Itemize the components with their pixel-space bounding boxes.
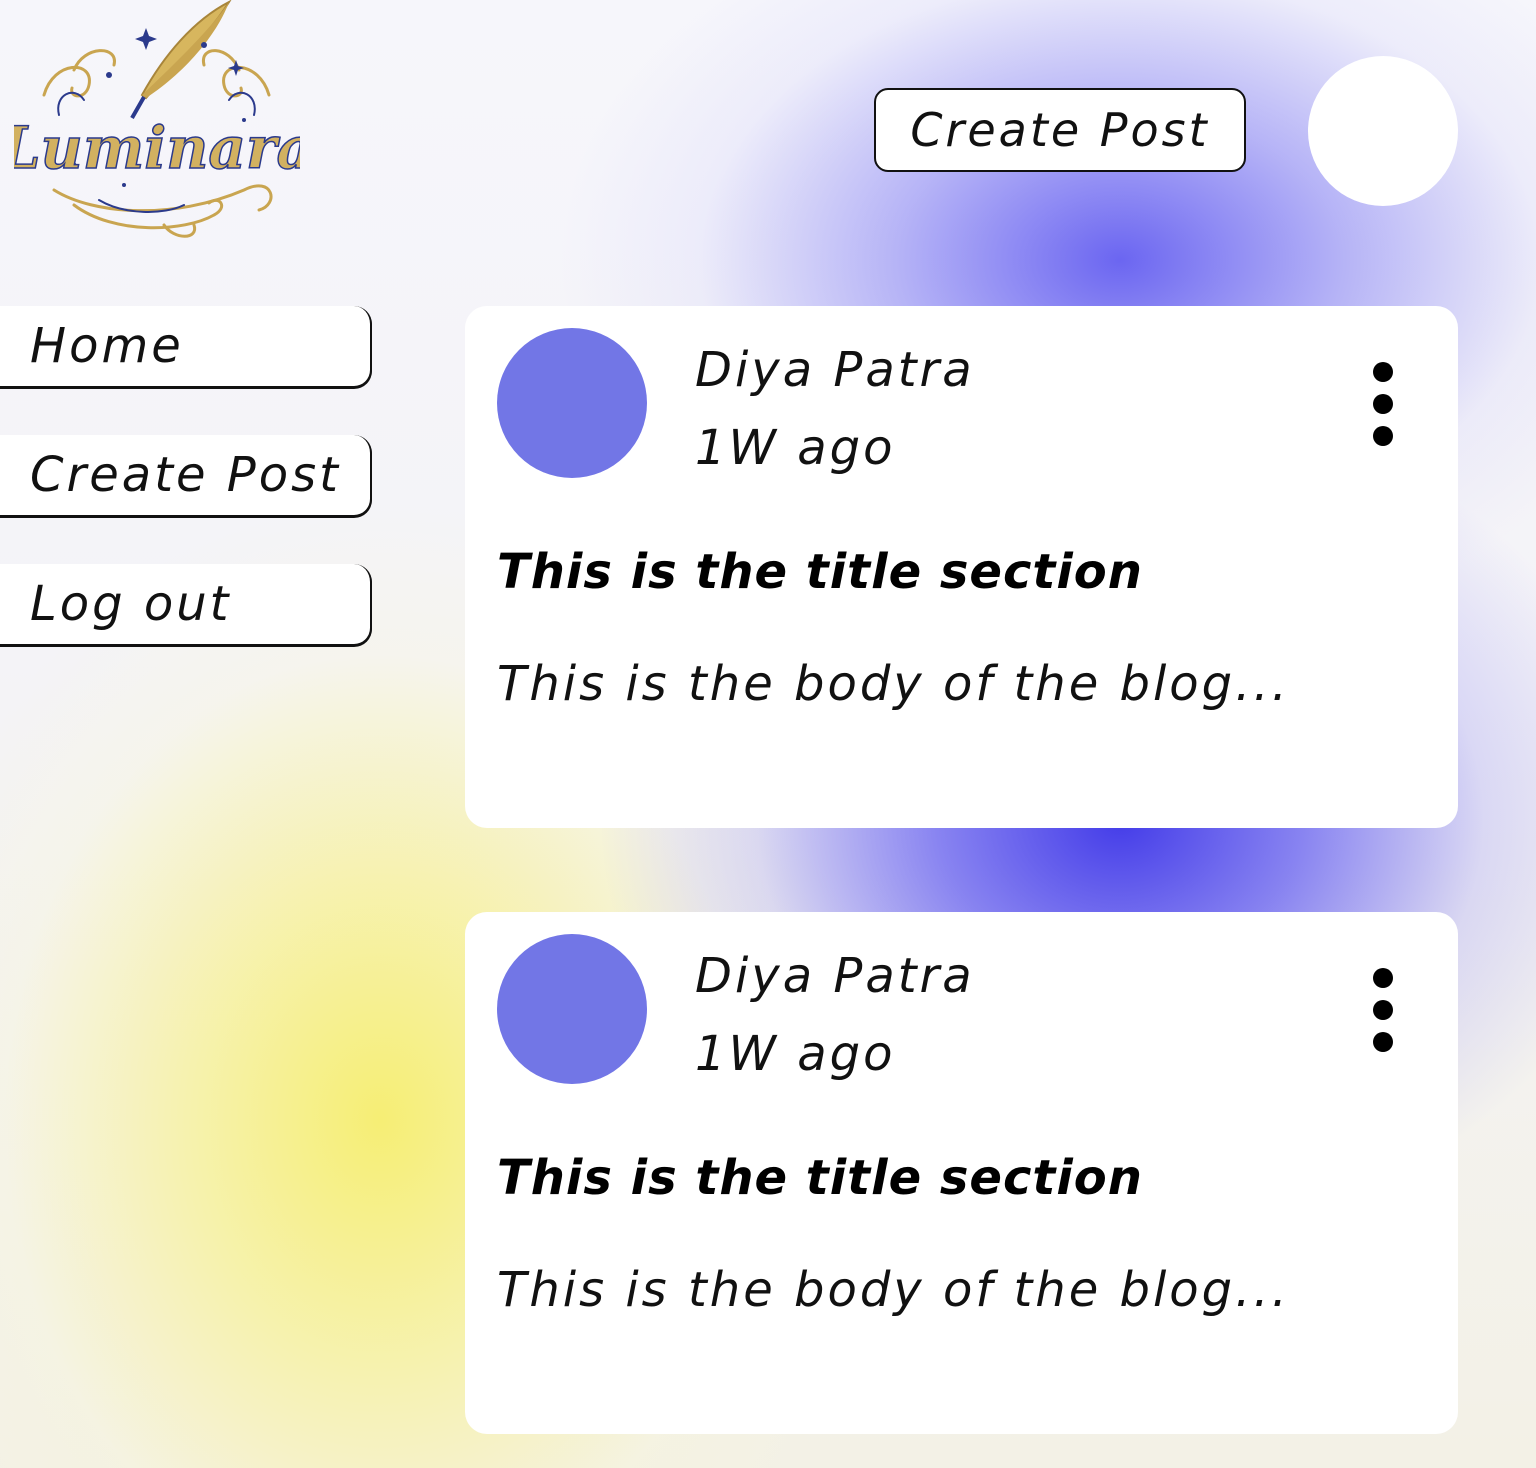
menu-dot xyxy=(1373,426,1393,446)
more-vertical-icon[interactable] xyxy=(1363,964,1403,1054)
post-body: This is the body of the blog... xyxy=(497,656,1290,712)
author-avatar[interactable] xyxy=(497,934,647,1084)
author-avatar[interactable] xyxy=(497,328,647,478)
luminara-logo[interactable]: Luminara xyxy=(14,0,300,250)
user-avatar-icon[interactable] xyxy=(1308,56,1458,206)
post-timestamp: 1W ago xyxy=(695,1026,896,1082)
logo-wordmark: Luminara xyxy=(14,114,300,182)
post-author[interactable]: Diya Patra xyxy=(695,342,975,398)
post-author[interactable]: Diya Patra xyxy=(695,948,975,1004)
post-title[interactable]: This is the title section xyxy=(497,544,1143,600)
sidebar-item-create-post[interactable]: Create Post xyxy=(0,435,372,517)
post-timestamp: 1W ago xyxy=(695,420,896,476)
menu-dot xyxy=(1373,362,1393,382)
more-vertical-icon[interactable] xyxy=(1363,358,1403,448)
post-body: This is the body of the blog... xyxy=(497,1262,1290,1318)
post-card[interactable]: Diya Patra 1W ago This is the title sect… xyxy=(465,912,1458,1434)
sidebar-item-log-out[interactable]: Log out xyxy=(0,564,372,646)
menu-dot xyxy=(1373,1032,1393,1052)
post-title[interactable]: This is the title section xyxy=(497,1150,1143,1206)
header-create-post-button[interactable]: Create Post xyxy=(874,88,1246,172)
menu-dot xyxy=(1373,394,1393,414)
menu-dot xyxy=(1373,1000,1393,1020)
post-card[interactable]: Diya Patra 1W ago This is the title sect… xyxy=(465,306,1458,828)
logo-graphic: Luminara xyxy=(14,0,300,238)
sidebar-item-home[interactable]: Home xyxy=(0,306,372,388)
menu-dot xyxy=(1373,968,1393,988)
